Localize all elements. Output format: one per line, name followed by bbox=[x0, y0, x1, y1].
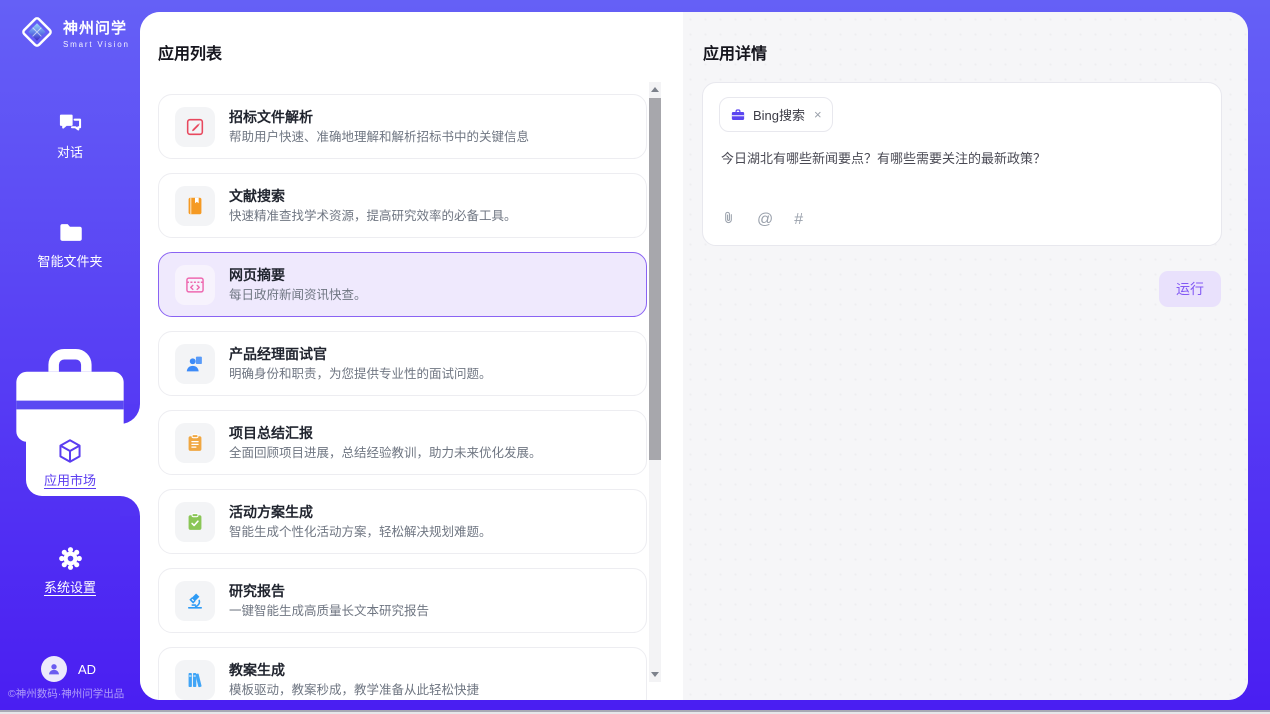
app-card[interactable]: 文献搜索快速精准查找学术资源，提高研究效率的必备工具。 bbox=[158, 173, 647, 238]
briefcase-icon bbox=[730, 107, 746, 123]
microscope-icon bbox=[175, 581, 215, 621]
sidebar-item-label: 应用市场 bbox=[44, 474, 96, 487]
query-composer[interactable]: Bing搜索 × 今日湖北有哪些新闻要点？有哪些需要关注的最新政策？ @ # bbox=[702, 82, 1222, 246]
app-card-desc: 智能生成个性化活动方案，轻松解决规划难题。 bbox=[229, 526, 492, 539]
app-card[interactable]: 项目总结汇报全面回顾项目进展，总结经验教训，助力未来优化发展。 bbox=[158, 410, 647, 475]
app-card-text: 项目总结汇报全面回顾项目进展，总结经验教训，助力未来优化发展。 bbox=[229, 426, 542, 460]
app-card-title: 招标文件解析 bbox=[229, 110, 529, 124]
app-card-text: 文献搜索快速精准查找学术资源，提高研究效率的必备工具。 bbox=[229, 189, 517, 223]
app-card-title: 文献搜索 bbox=[229, 189, 517, 203]
app-list-title: 应用列表 bbox=[158, 40, 222, 64]
tool-chip-bing-search[interactable]: Bing搜索 × bbox=[719, 97, 833, 132]
gear-icon bbox=[57, 545, 84, 575]
composer-toolbar: @ # bbox=[721, 209, 803, 230]
sidebar: 神州问学 Smart Vision 对话智能文件夹工具集应用市场系统设置 AD … bbox=[0, 0, 140, 710]
app-card-desc: 帮助用户快速、准确地理解和解析招标书中的关键信息 bbox=[229, 131, 529, 144]
attachment-icon[interactable] bbox=[721, 209, 736, 230]
app-card-desc: 每日政府新闻资讯快查。 bbox=[229, 289, 367, 302]
copyright-text: ©神州数码·神州问学出品 bbox=[8, 686, 124, 701]
app-list: 招标文件解析帮助用户快速、准确地理解和解析招标书中的关键信息文献搜索快速精准查找… bbox=[158, 82, 647, 700]
sidebar-item-label: 系统设置 bbox=[44, 581, 96, 594]
sidebar-item-label: 智能文件夹 bbox=[37, 255, 102, 268]
app-card[interactable]: 网页摘要每日政府新闻资讯快查。 bbox=[158, 252, 647, 317]
main-content: 应用列表 招标文件解析帮助用户快速、准确地理解和解析招标书中的关键信息文献搜索快… bbox=[140, 12, 1248, 700]
app-card-title: 研究报告 bbox=[229, 584, 429, 598]
window-bottom-edge bbox=[0, 710, 1270, 714]
app-card[interactable]: 产品经理面试官明确身份和职责，为您提供专业性的面试问题。 bbox=[158, 331, 647, 396]
brand-logo: 神州问学 Smart Vision bbox=[18, 13, 130, 56]
app-card-text: 研究报告一键智能生成高质量长文本研究报告 bbox=[229, 584, 429, 618]
app-list-panel: 应用列表 招标文件解析帮助用户快速、准确地理解和解析招标书中的关键信息文献搜索快… bbox=[140, 12, 683, 700]
clipboard-icon bbox=[175, 423, 215, 463]
app-card-title: 产品经理面试官 bbox=[229, 347, 492, 361]
books-icon bbox=[175, 660, 215, 700]
app-card-desc: 模板驱动，教案秒成，教学准备从此轻松快捷 bbox=[229, 684, 479, 697]
mention-icon[interactable]: @ bbox=[757, 212, 773, 228]
app-card-text: 招标文件解析帮助用户快速、准确地理解和解析招标书中的关键信息 bbox=[229, 110, 529, 144]
user-avatar-icon bbox=[41, 656, 67, 682]
hash-icon[interactable]: # bbox=[794, 212, 803, 228]
user-label: AD bbox=[78, 662, 96, 677]
app-card-title: 教案生成 bbox=[229, 663, 479, 677]
app-card-desc: 快速精准查找学术资源，提高研究效率的必备工具。 bbox=[229, 210, 517, 223]
interviewer-icon bbox=[175, 344, 215, 384]
folder-icon bbox=[57, 219, 84, 249]
sidebar-item-system-settings[interactable]: 系统设置 bbox=[0, 545, 140, 594]
notch-bottom bbox=[120, 496, 140, 516]
scrollbar-thumb[interactable] bbox=[649, 98, 661, 460]
app-detail-panel: 应用详情 Bing搜索 × 今日湖北有哪些新闻要点？有哪些需要关注的最新政策？ … bbox=[683, 12, 1248, 700]
app-card-desc: 明确身份和职责，为您提供专业性的面试问题。 bbox=[229, 368, 492, 381]
brand-name: 神州问学 bbox=[63, 20, 130, 37]
app-card-desc: 一键智能生成高质量长文本研究报告 bbox=[229, 605, 429, 618]
chat-icon bbox=[57, 110, 84, 140]
tool-chip-label: Bing搜索 bbox=[753, 105, 805, 124]
scroll-up-button[interactable] bbox=[649, 82, 661, 96]
app-card-title: 项目总结汇报 bbox=[229, 426, 542, 440]
app-window: 神州问学 Smart Vision 对话智能文件夹工具集应用市场系统设置 AD … bbox=[0, 0, 1270, 710]
app-detail-title: 应用详情 bbox=[703, 40, 767, 64]
app-card[interactable]: 教案生成模板驱动，教案秒成，教学准备从此轻松快捷 bbox=[158, 647, 647, 700]
app-card-title: 活动方案生成 bbox=[229, 505, 492, 519]
cube-icon bbox=[56, 437, 84, 468]
app-card-text: 活动方案生成智能生成个性化活动方案，轻松解决规划难题。 bbox=[229, 505, 492, 539]
app-card-title: 网页摘要 bbox=[229, 268, 367, 282]
app-card-text: 教案生成模板驱动，教案秒成，教学准备从此轻松快捷 bbox=[229, 663, 479, 697]
book-icon bbox=[175, 186, 215, 226]
sidebar-item-app-market[interactable]: 应用市场 bbox=[0, 437, 140, 487]
clipboard-check-icon bbox=[175, 502, 215, 542]
close-icon[interactable]: × bbox=[814, 108, 822, 121]
sidebar-item-chat[interactable]: 对话 bbox=[0, 110, 140, 159]
app-card-desc: 全面回顾项目进展，总结经验教训，助力未来优化发展。 bbox=[229, 447, 542, 460]
sidebar-item-smart-folders[interactable]: 智能文件夹 bbox=[0, 219, 140, 268]
sidebar-item-label: 对话 bbox=[57, 146, 83, 159]
brand-tagline: Smart Vision bbox=[63, 40, 130, 49]
app-card[interactable]: 活动方案生成智能生成个性化活动方案，轻松解决规划难题。 bbox=[158, 489, 647, 554]
user-profile[interactable]: AD bbox=[41, 656, 96, 682]
scroll-down-button[interactable] bbox=[649, 668, 661, 682]
diamond-logo-icon bbox=[18, 13, 56, 56]
query-text: 今日湖北有哪些新闻要点？有哪些需要关注的最新政策？ bbox=[721, 149, 1203, 169]
app-card[interactable]: 研究报告一键智能生成高质量长文本研究报告 bbox=[158, 568, 647, 633]
app-card-text: 产品经理面试官明确身份和职责，为您提供专业性的面试问题。 bbox=[229, 347, 492, 381]
app-card-text: 网页摘要每日政府新闻资讯快查。 bbox=[229, 268, 367, 302]
browser-code-icon bbox=[175, 265, 215, 305]
doc-pen-icon bbox=[175, 107, 215, 147]
list-scrollbar[interactable] bbox=[649, 82, 661, 682]
run-button[interactable]: 运行 bbox=[1159, 271, 1221, 307]
app-card[interactable]: 招标文件解析帮助用户快速、准确地理解和解析招标书中的关键信息 bbox=[158, 94, 647, 159]
